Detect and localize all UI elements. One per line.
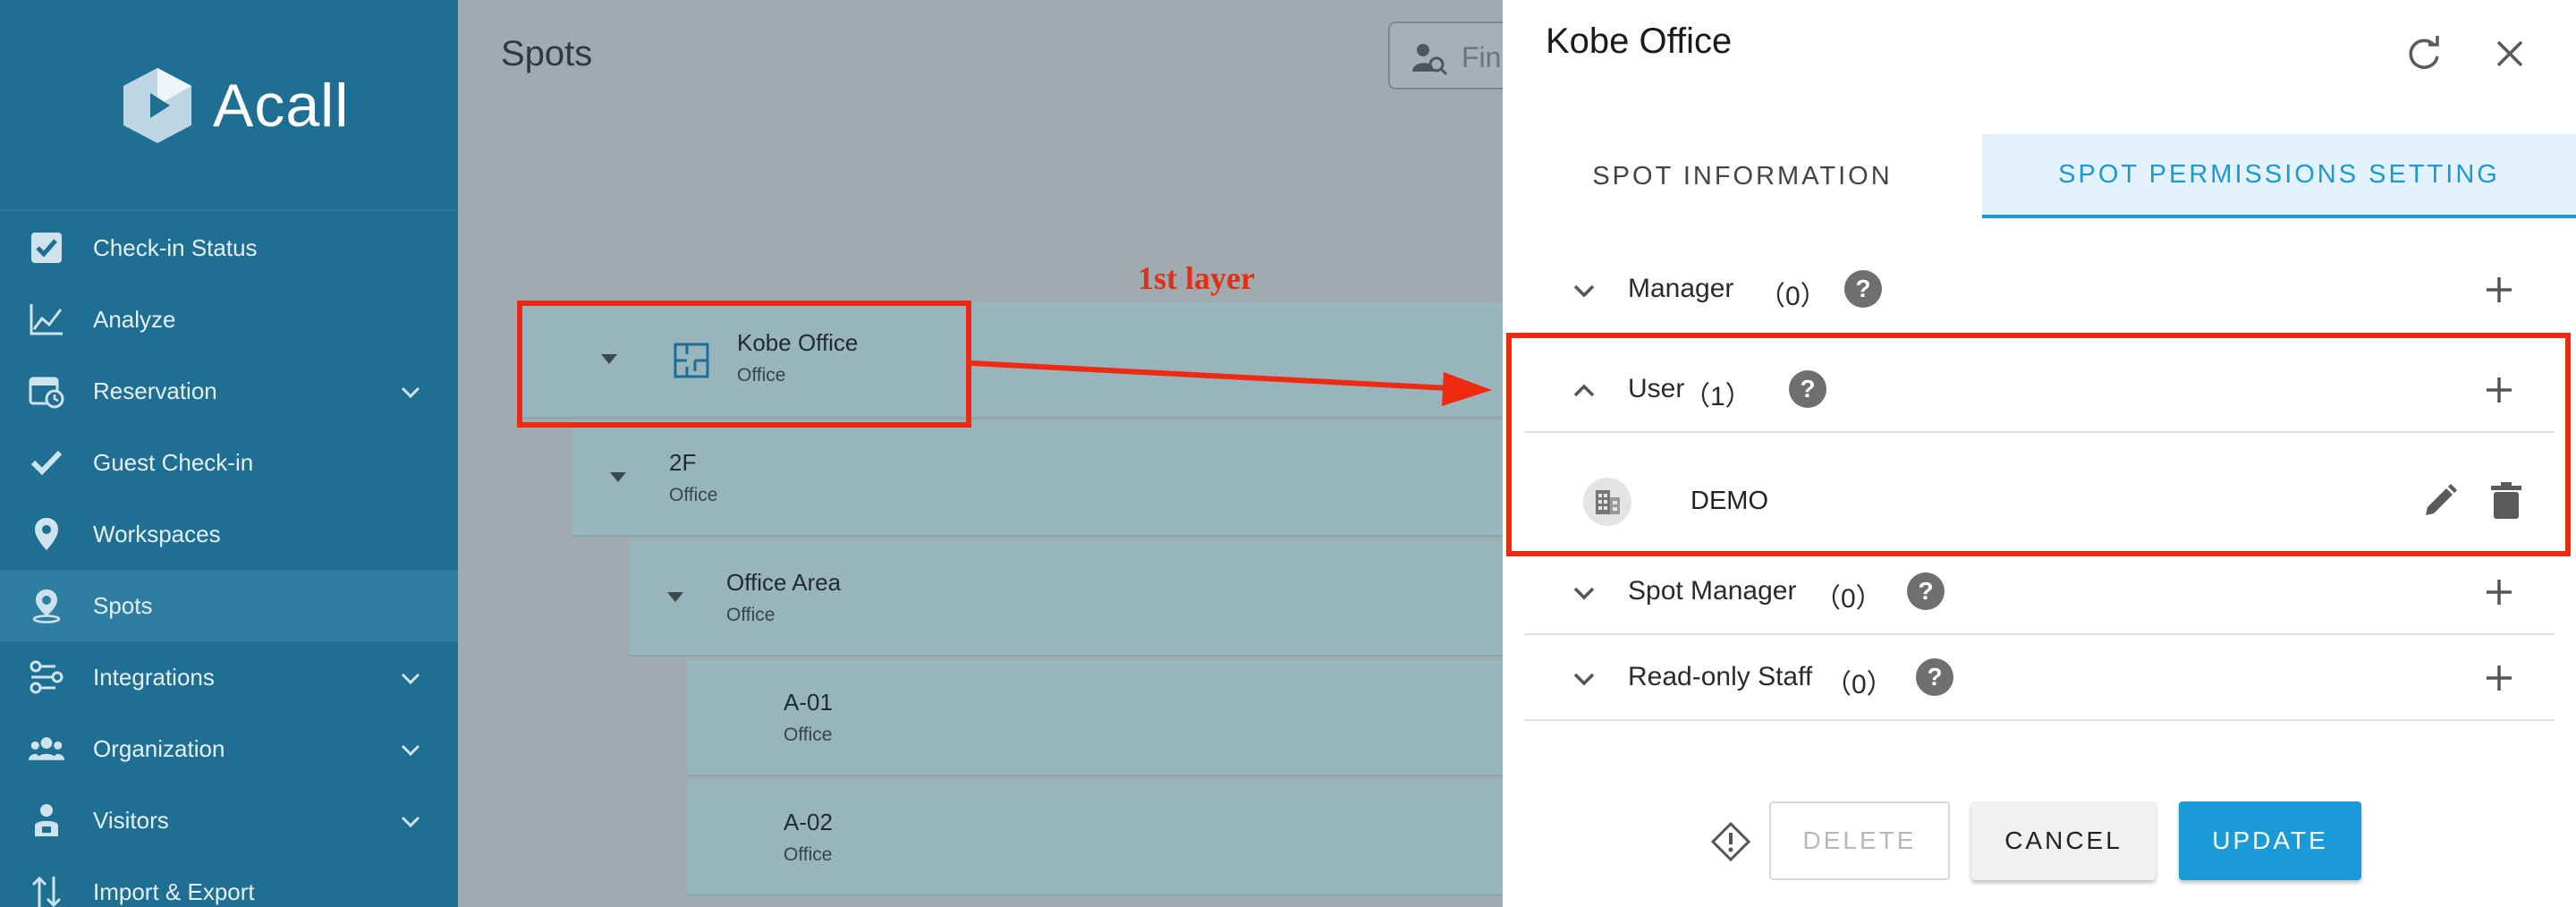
delete-button[interactable]: DELETE [1769,801,1950,880]
tree-item-type: Office [726,605,775,625]
panel-title: Kobe Office [1546,21,1733,61]
tree-row-2f[interactable]: 2F Office [572,420,1503,537]
annotation-highlight-box [517,301,971,428]
import-export-icon [29,874,64,907]
brand-logo[interactable]: Acall [116,64,349,147]
chevron-down-icon[interactable] [399,810,422,833]
help-icon[interactable]: ? [1907,572,1945,610]
sidebar-item-label: Spots [93,591,153,619]
section-count: （0） [1825,670,1894,699]
section-count: （0） [1814,584,1883,614]
row-divider [572,535,1503,537]
brand-name: Acall [213,72,350,140]
refresh-icon [2405,35,2443,77]
sidebar-item-label: Guest Check-in [93,448,254,476]
row-divider [687,775,1503,776]
add-spot-manager-button[interactable] [2479,572,2519,612]
tree-row-a-02[interactable]: A-02 Office [687,780,1503,896]
section-read-only-staff[interactable]: Read-only Staff （0） ? [1524,635,2555,721]
tree-item-type: Office [784,725,833,745]
sidebar-item-label: Analyze [93,305,176,333]
chevron-down-icon[interactable] [1571,277,1597,304]
visitor-icon [29,802,64,838]
annotation-highlight-box [1506,333,2571,556]
page-title: Spots [501,34,593,73]
sidebar-item-organization[interactable]: Organization [0,713,458,784]
row-divider [687,894,1503,896]
people-icon [29,731,64,767]
sidebar-item-integrations[interactable]: Integrations [0,641,458,713]
sidebar-item-import-export[interactable]: Import & Export [0,856,458,907]
check-square-icon [29,230,64,266]
user-search-icon [1411,41,1448,77]
checkmark-icon [29,445,64,480]
map-pin-icon [29,516,64,552]
sidebar-item-label: Check-in Status [93,233,258,261]
sidebar-item-label: Reservation [93,377,217,404]
help-icon[interactable]: ? [1844,270,1882,308]
annotation-arrow [970,360,1492,406]
section-spot-manager[interactable]: Spot Manager （0） ? [1524,549,2555,635]
caret-down-icon[interactable] [610,472,626,482]
cancel-button[interactable]: CANCEL [1971,801,2156,880]
section-divider [1524,719,2555,721]
location-pin-icon [29,588,64,623]
tree-row-office-area[interactable]: Office Area Office [630,540,1503,657]
chevron-down-icon[interactable] [399,738,422,761]
annotation-label: 1st layer [1138,260,1255,296]
sidebar-item-analyze[interactable]: Analyze [0,284,458,355]
sidebar-divider [0,209,458,211]
section-label: Manager [1628,274,1734,303]
search-placeholder: Fin [1462,41,1502,73]
section-label: Read-only Staff [1628,662,1813,691]
close-button[interactable] [2488,34,2531,77]
calendar-clock-icon [29,373,64,409]
help-icon[interactable]: ? [1916,658,1953,696]
tree-item-name: A-02 [784,809,833,835]
tree-item-name: Office Area [726,569,842,596]
sidebar: Acall Check-in Status Analyze Reservatio… [0,0,458,907]
tab-spot-information[interactable]: SPOT INFORMATION [1503,134,1982,218]
tree-item-type: Office [669,485,718,505]
section-manager[interactable]: Manager （0） ? [1524,247,2555,333]
caret-down-icon[interactable] [667,592,683,602]
sidebar-nav: Check-in Status Analyze Reservation Gues… [0,212,458,907]
section-label: Spot Manager [1628,576,1797,606]
refresh-button[interactable] [2402,34,2445,77]
sidebar-item-label: Import & Export [93,877,255,905]
close-icon [2495,38,2525,73]
main-content: Spots Fin 1st layer Kobe Office Office 2… [458,0,1531,907]
chevron-down-icon[interactable] [1571,665,1597,692]
row-divider [630,655,1503,657]
section-count: （0） [1758,282,1827,311]
sidebar-item-spots[interactable]: Spots [0,570,458,641]
tree-item-name: 2F [669,449,697,476]
warning-diamond-icon[interactable] [1710,821,1751,862]
integrations-icon [29,659,64,695]
sidebar-item-workspaces[interactable]: Workspaces [0,498,458,570]
tree-item-name: A-01 [784,689,833,716]
tree-row-a-01[interactable]: A-01 Office [687,660,1503,776]
panel-tabs: SPOT INFORMATION SPOT PERMISSIONS SETTIN… [1503,134,2576,218]
line-chart-icon [29,301,64,337]
tree-item-type: Office [784,844,833,865]
add-manager-button[interactable] [2479,270,2519,309]
sidebar-item-label: Visitors [93,806,169,834]
acall-logo-icon [116,64,199,147]
sidebar-item-label: Organization [93,734,225,762]
spot-detail-panel: Kobe Office SPOT INFORMATION SPOT PERMIS… [1503,0,2576,907]
tab-spot-permissions-setting[interactable]: SPOT PERMISSIONS SETTING [1982,134,2576,218]
sidebar-item-reservation[interactable]: Reservation [0,355,458,427]
chevron-down-icon[interactable] [399,666,422,690]
sidebar-item-guest-check-in[interactable]: Guest Check-in [0,427,458,498]
sidebar-item-visitors[interactable]: Visitors [0,784,458,856]
update-button[interactable]: UPDATE [2179,801,2361,880]
add-read-only-staff-button[interactable] [2479,658,2519,698]
sidebar-item-label: Integrations [93,663,215,691]
chevron-down-icon[interactable] [1571,580,1597,606]
chevron-down-icon[interactable] [399,380,422,403]
sidebar-item-label: Workspaces [93,520,221,547]
sidebar-item-check-in-status[interactable]: Check-in Status [0,212,458,284]
